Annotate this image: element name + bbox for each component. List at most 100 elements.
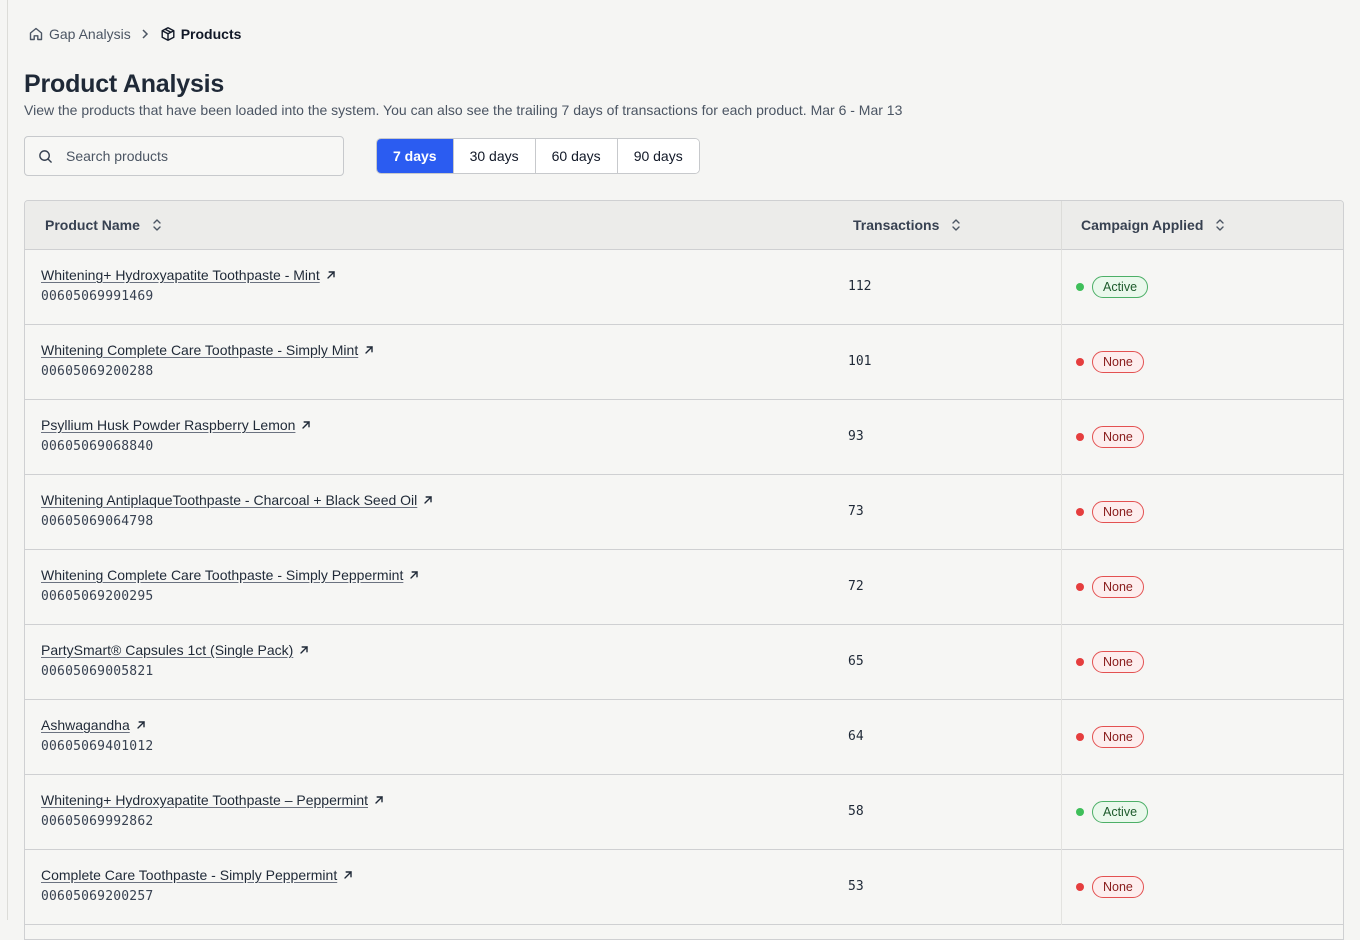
product-cell: Whitening+ Hydroxyapatite Toothpaste - M…: [41, 267, 336, 304]
status-dot: [1076, 658, 1084, 666]
product-link[interactable]: Whitening+ Hydroxyapatite Toothpaste - M…: [41, 267, 336, 283]
table-row: Whitening AntiplaqueToothpaste - Charcoa…: [25, 475, 1343, 550]
status-badge: None: [1092, 726, 1144, 748]
table-body: Whitening+ Hydroxyapatite Toothpaste - M…: [25, 250, 1343, 925]
campaign-status: None: [1076, 876, 1144, 898]
page-title: Product Analysis: [24, 70, 224, 99]
header-label-product-name: Product Name: [45, 217, 140, 233]
product-link[interactable]: Whitening+ Hydroxyapatite Toothpaste – P…: [41, 792, 384, 808]
home-icon: [28, 26, 44, 42]
campaign-status: Active: [1076, 276, 1148, 298]
header-label-transactions: Transactions: [853, 217, 939, 233]
column-divider: [1061, 700, 1062, 775]
status-dot: [1076, 433, 1084, 441]
header-label-campaign: Campaign Applied: [1081, 217, 1203, 233]
status-badge: None: [1092, 351, 1144, 373]
range-7-days-button[interactable]: 7 days: [377, 139, 454, 173]
column-divider: [1061, 400, 1062, 475]
sort-campaign-header[interactable]: Campaign Applied: [1081, 217, 1225, 233]
breadcrumb-home-label: Gap Analysis: [49, 26, 131, 42]
status-badge: Active: [1092, 276, 1148, 298]
external-link-icon: [343, 870, 353, 880]
range-60-days-button[interactable]: 60 days: [536, 139, 618, 173]
external-link-icon: [301, 420, 311, 430]
product-link[interactable]: Whitening Complete Care Toothpaste - Sim…: [41, 567, 419, 583]
range-90-days-button[interactable]: 90 days: [618, 139, 699, 173]
search-input[interactable]: [66, 148, 326, 164]
product-name: Ashwagandha: [41, 717, 130, 733]
product-link[interactable]: Whitening AntiplaqueToothpaste - Charcoa…: [41, 492, 433, 508]
external-link-icon: [374, 795, 384, 805]
product-name: Complete Care Toothpaste - Simply Pepper…: [41, 867, 337, 883]
table-row: Psyllium Husk Powder Raspberry Lemon 006…: [25, 400, 1343, 475]
breadcrumb-home-link[interactable]: Gap Analysis: [28, 26, 131, 42]
status-badge: Active: [1092, 801, 1148, 823]
product-cell: Whitening Complete Care Toothpaste - Sim…: [41, 342, 374, 379]
column-divider: [1061, 475, 1062, 550]
product-name: Whitening AntiplaqueToothpaste - Charcoa…: [41, 492, 417, 508]
product-link[interactable]: Ashwagandha: [41, 717, 153, 733]
product-cell: Whitening AntiplaqueToothpaste - Charcoa…: [41, 492, 433, 529]
status-badge: None: [1092, 426, 1144, 448]
product-cell: Whitening+ Hydroxyapatite Toothpaste – P…: [41, 792, 384, 829]
column-divider: [1061, 850, 1062, 925]
transactions-count: 58: [848, 804, 864, 819]
product-sku: 00605069200288: [41, 364, 374, 379]
transactions-count: 73: [848, 504, 864, 519]
transactions-count: 53: [848, 879, 864, 894]
product-sku: 00605069068840: [41, 439, 311, 454]
sidebar-edge-divider: [7, 0, 8, 920]
product-link[interactable]: Psyllium Husk Powder Raspberry Lemon: [41, 417, 311, 433]
external-link-icon: [136, 720, 146, 730]
sort-product-name-header[interactable]: Product Name: [45, 217, 162, 233]
campaign-status: None: [1076, 576, 1144, 598]
table-row: Ashwagandha 00605069401012 64 None: [25, 700, 1343, 775]
product-link[interactable]: Complete Care Toothpaste - Simply Pepper…: [41, 867, 353, 883]
transactions-count: 64: [848, 729, 864, 744]
table-row: Whitening Complete Care Toothpaste - Sim…: [25, 325, 1343, 400]
product-cell: Whitening Complete Care Toothpaste - Sim…: [41, 567, 419, 604]
product-cell: Ashwagandha 00605069401012: [41, 717, 153, 754]
table-row: PartySmart® Capsules 1ct (Single Pack) 0…: [25, 625, 1343, 700]
transactions-count: 93: [848, 429, 864, 444]
campaign-status: None: [1076, 501, 1144, 523]
campaign-status: None: [1076, 426, 1144, 448]
products-table: Product Name Transactions Campaign Appli…: [24, 200, 1344, 940]
external-link-icon: [299, 645, 309, 655]
box-icon: [160, 26, 176, 42]
status-badge: None: [1092, 651, 1144, 673]
date-range-selector: 7 days 30 days 60 days 90 days: [376, 138, 700, 174]
table-header: Product Name Transactions Campaign Appli…: [25, 201, 1343, 250]
table-row: Whitening+ Hydroxyapatite Toothpaste - M…: [25, 250, 1343, 325]
status-badge: None: [1092, 876, 1144, 898]
product-link[interactable]: Whitening Complete Care Toothpaste - Sim…: [41, 342, 374, 358]
column-divider: [1061, 550, 1062, 625]
product-sku: 00605069200257: [41, 889, 353, 904]
product-link[interactable]: PartySmart® Capsules 1ct (Single Pack): [41, 642, 309, 658]
breadcrumb-current-label: Products: [181, 26, 242, 42]
product-sku: 00605069200295: [41, 589, 419, 604]
product-name: PartySmart® Capsules 1ct (Single Pack): [41, 642, 293, 658]
range-30-days-button[interactable]: 30 days: [454, 139, 536, 173]
search-box[interactable]: [24, 136, 344, 176]
table-row: Whitening+ Hydroxyapatite Toothpaste – P…: [25, 775, 1343, 850]
product-name: Whitening+ Hydroxyapatite Toothpaste – P…: [41, 792, 368, 808]
product-cell: Psyllium Husk Powder Raspberry Lemon 006…: [41, 417, 311, 454]
external-link-icon: [364, 345, 374, 355]
sort-transactions-header[interactable]: Transactions: [853, 217, 961, 233]
page-subtitle: View the products that have been loaded …: [24, 102, 902, 118]
status-dot: [1076, 583, 1084, 591]
transactions-count: 101: [848, 354, 871, 369]
breadcrumb: Gap Analysis Products: [28, 24, 241, 44]
table-row: Whitening Complete Care Toothpaste - Sim…: [25, 550, 1343, 625]
table-row: Complete Care Toothpaste - Simply Pepper…: [25, 850, 1343, 925]
sort-icon: [152, 218, 162, 232]
product-name: Whitening Complete Care Toothpaste - Sim…: [41, 342, 358, 358]
transactions-count: 112: [848, 279, 871, 294]
external-link-icon: [326, 270, 336, 280]
product-sku: 00605069992862: [41, 814, 384, 829]
product-name: Whitening+ Hydroxyapatite Toothpaste - M…: [41, 267, 320, 283]
campaign-status: None: [1076, 726, 1144, 748]
product-sku: 00605069401012: [41, 739, 153, 754]
status-dot: [1076, 808, 1084, 816]
